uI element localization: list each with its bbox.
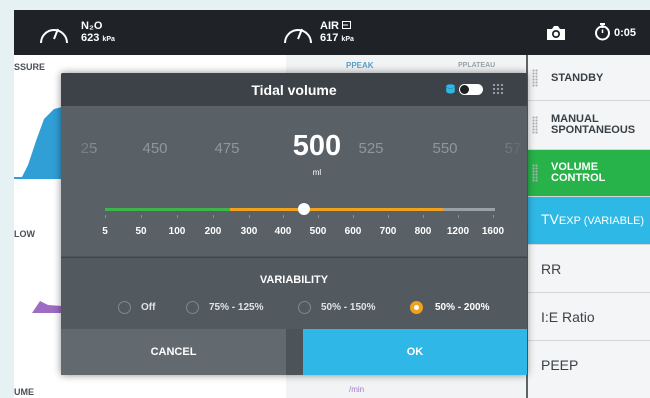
menu-manual-line2: SPONTANEOUS	[551, 124, 636, 136]
tv-suffix: EXP (VARIABLE)	[558, 215, 645, 227]
slider-tick	[249, 215, 250, 218]
dialog-header: Tidal volume	[61, 73, 527, 106]
p-plateau-label: PPLATEAU	[458, 62, 496, 69]
camera-icon[interactable]	[546, 25, 566, 41]
selected-value: 500	[292, 130, 342, 162]
menu-volume-line2: CONTROL	[551, 172, 606, 184]
slider-tick	[105, 215, 106, 218]
slider-tick	[141, 215, 142, 218]
tidal-volume-dialog: Tidal volume 25 450 475 500 ml 525 550 5…	[61, 73, 527, 375]
dialog-title: Tidal volume	[251, 82, 337, 98]
menu-tidal-volume-label: TVEXP (VARIABLE)	[541, 211, 644, 227]
slider-label: 500	[309, 226, 327, 237]
rate-unit-label: /min	[349, 385, 365, 394]
stopwatch-icon[interactable]	[594, 23, 611, 41]
slider-label: 700	[379, 226, 397, 237]
slider-track-grey	[443, 208, 495, 211]
drag-handle-icon	[532, 116, 538, 134]
slider-label: 1200	[446, 226, 470, 237]
slider-tick	[353, 215, 354, 218]
scale-fade-left	[61, 106, 103, 216]
pressure-gauge-icon	[40, 28, 68, 44]
slider-label: 50	[135, 226, 147, 237]
menu-manual-label: MANUAL SPONTANEOUS	[551, 114, 635, 136]
status-bar: N₂O 623 kPa AIR 617 kPa 0:05	[14, 10, 650, 55]
tv-prefix: TV	[541, 211, 559, 227]
menu-ie-label: I:E Ratio	[541, 309, 595, 325]
menu-peep-label: PEEP	[541, 357, 579, 373]
value-unit: ml	[312, 168, 322, 177]
scale-value[interactable]: 550	[415, 140, 475, 157]
slider-tick	[213, 215, 214, 218]
gas-source-icon	[342, 21, 352, 29]
menu-volume-label: VOLUME CONTROL	[551, 162, 605, 184]
gas-air-value: 617	[320, 32, 339, 44]
drag-handle-icon	[532, 164, 538, 182]
scale-value[interactable]: 450	[125, 140, 185, 157]
slider-tick	[493, 215, 494, 218]
drag-handle-icon	[532, 69, 538, 87]
gas-n2o-name: N₂O	[81, 20, 103, 32]
variability-option-label: 50% - 150%	[321, 302, 376, 313]
volume-waveform-label: UME	[14, 387, 34, 397]
variability-radio-50-150[interactable]	[298, 301, 311, 314]
pressure-gauge-icon	[284, 28, 312, 44]
slider-thumb[interactable]	[298, 203, 310, 215]
gas-n2o-unit: kPa	[102, 36, 115, 43]
cancel-button[interactable]: CANCEL	[61, 329, 286, 375]
slider-label: 800	[414, 226, 432, 237]
database-icon	[446, 84, 455, 94]
gas-air-unit: kPa	[341, 36, 354, 43]
menu-manual-spontaneous[interactable]: MANUAL SPONTANEOUS	[528, 101, 650, 150]
slider-tick	[318, 215, 319, 218]
variability-section: VARIABILITY Off 75% - 125% 50% - 150% 50…	[61, 257, 527, 329]
variability-option-label: 50% - 200%	[435, 302, 490, 313]
slider-label: 5	[102, 226, 108, 237]
slider-label: 300	[240, 226, 258, 237]
variability-radio-off[interactable]	[118, 301, 131, 314]
gas-n2o-value: 623	[81, 32, 100, 44]
slider-track-orange	[230, 208, 443, 211]
gas-air: AIR 617 kPa	[320, 20, 354, 46]
variability-title: VARIABILITY	[259, 274, 329, 286]
mode-toggle[interactable]	[459, 84, 483, 95]
slider-label: 1600	[481, 226, 505, 237]
variability-option-label: 75% - 125%	[209, 302, 264, 313]
slider-tick	[283, 215, 284, 218]
variability-option-label: Off	[141, 302, 156, 313]
flow-waveform-label: LOW	[14, 229, 35, 239]
slider-tick	[458, 215, 459, 218]
slider-label: 100	[168, 226, 186, 237]
variability-radio-75-125[interactable]	[186, 301, 199, 314]
value-selector: 25 450 475 500 ml 525 550 57	[61, 106, 527, 256]
menu-rr[interactable]: RR	[528, 245, 650, 293]
slider-tick	[177, 215, 178, 218]
slider-track-green	[105, 208, 230, 211]
ok-button[interactable]: OK	[303, 329, 527, 375]
menu-standby-label: STANDBY	[551, 72, 604, 84]
menu-ie-ratio[interactable]: I:E Ratio	[528, 293, 650, 341]
scale-value[interactable]: 475	[197, 140, 257, 157]
scale-fade-right	[485, 106, 527, 216]
menu-rr-label: RR	[541, 261, 562, 277]
menu-standby[interactable]: STANDBY	[528, 55, 650, 101]
menu-peep[interactable]: PEEP	[528, 341, 650, 398]
menu-volume-control[interactable]: VOLUME CONTROL	[528, 150, 650, 197]
slider-label: 200	[204, 226, 222, 237]
menu-tidal-volume[interactable]: TVEXP (VARIABLE)	[528, 197, 650, 245]
scale-value[interactable]: 525	[341, 140, 401, 157]
timer-readout: 0:05	[614, 27, 637, 39]
slider-tick	[388, 215, 389, 218]
toggle-knob	[460, 85, 469, 94]
variability-radio-50-200[interactable]	[410, 301, 423, 314]
p-peak-label: PPEAK	[346, 61, 374, 70]
keypad-icon[interactable]	[492, 83, 504, 95]
ventilator-screen: N₂O 623 kPa AIR 617 kPa 0:05 SSURE LOW U…	[14, 10, 650, 398]
slider-label: 400	[274, 226, 292, 237]
mode-menu: STANDBY MANUAL SPONTANEOUS VOLUME CONTRO…	[528, 55, 650, 398]
gas-air-name: AIR	[320, 20, 339, 32]
gas-n2o: N₂O 623 kPa	[81, 20, 115, 46]
slider-label: 600	[344, 226, 362, 237]
slider-tick	[423, 215, 424, 218]
